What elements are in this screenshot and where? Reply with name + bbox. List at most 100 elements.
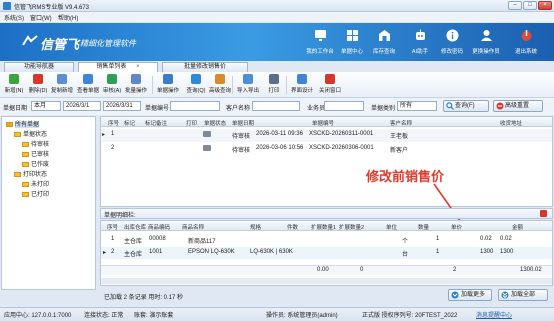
tree-node-3[interactable]: 已审核 (22, 149, 49, 158)
total-qty: 2 (453, 267, 457, 273)
load-more-label: 加载更多 (461, 292, 486, 298)
tab-close-icon[interactable]: × (136, 64, 140, 70)
tree-node-label: 已作废 (31, 162, 50, 168)
tab-function-navigator[interactable]: 功能导航器 (4, 62, 74, 72)
detail-scrollbar[interactable] (101, 278, 552, 284)
detail-row-no: 1 (111, 236, 115, 242)
detail-qty: 1 (436, 236, 440, 242)
ai-icon (415, 29, 425, 40)
toolbar-label: 审核(A) (102, 88, 122, 94)
date-range-select[interactable]: 本月 (31, 101, 61, 111)
printer-icon[interactable] (203, 145, 211, 151)
toolbar-label: 高级查询 (208, 88, 231, 94)
toolbar-label: 新增(N) (4, 88, 24, 94)
tree-node-2[interactable]: 待审核 (22, 139, 49, 148)
nav-ai-assistant[interactable]: AI助手 (402, 27, 438, 59)
printer-icon[interactable] (203, 131, 211, 137)
window-title: 信管飞RMS专业版 V9.4.673 (14, 5, 90, 11)
date-from-field[interactable]: 2026/3/1 (63, 101, 101, 111)
query-button-label: 查询(F) (455, 103, 475, 109)
detail-price: 0.02 (480, 236, 492, 242)
order-row-no: 2 (111, 145, 115, 151)
toolbar-button-3[interactable]: 查看单据 (76, 74, 100, 96)
toolbar-button-0[interactable]: 新增(N) (2, 74, 26, 96)
maximize-button[interactable]: □ (523, 1, 537, 10)
tree-node-0[interactable]: 所有单据 (6, 119, 40, 128)
menu-window[interactable]: 窗口(W) (30, 13, 52, 22)
toolbar-button-11[interactable]: 界面设计 (290, 74, 314, 96)
message-center-link[interactable]: 消息提醒中心 (476, 310, 512, 319)
toolbar-button-2[interactable]: 复制新增 (50, 74, 74, 96)
toolbar-label: 删除(D) (28, 88, 48, 94)
tree-node-6[interactable]: 未打印 (22, 179, 49, 188)
info-icon (446, 29, 458, 42)
detail-close-icon[interactable] (540, 210, 547, 217)
toolbar-button-9[interactable]: 导入导出 (236, 74, 260, 96)
category-select[interactable]: 所有 (397, 101, 437, 111)
tree-node-5[interactable]: 打印状态 (14, 169, 47, 178)
folder-icon (22, 151, 29, 157)
nav-doc-center[interactable]: 单据中心 (334, 27, 370, 59)
nav-change-password[interactable]: 修改密码 (434, 27, 470, 59)
folder-icon (22, 181, 29, 187)
date-to-field[interactable]: 2026/3/31 (103, 101, 141, 111)
reset-button-label: 高级重置 (505, 103, 530, 109)
load-all-icon (501, 291, 509, 299)
menu-bar (0, 12, 554, 22)
status-connection: 连接状态: 正常 (84, 313, 124, 319)
tab-sales-order-list[interactable]: 销售单列表 × (78, 62, 158, 72)
customer-label: 客户名称 (226, 106, 251, 112)
tree-node-7[interactable]: 已打印 (22, 189, 49, 198)
tree-node-label: 所有单据 (15, 122, 40, 128)
app-icon (3, 2, 11, 10)
toolbar-label: 界面设计 (290, 88, 313, 94)
detail-amount: 0.02 (500, 236, 512, 242)
date-label: 单据日期 (3, 106, 28, 112)
tree-node-4[interactable]: 已作废 (22, 159, 49, 168)
salesman-input[interactable] (324, 101, 364, 111)
detail-col-header: 出库仓库 (124, 225, 147, 231)
toolbar-button-1[interactable]: 删除(D) (26, 74, 50, 96)
close-button[interactable]: × (538, 1, 552, 10)
toolbar-label: 关闭窗口 (318, 88, 341, 94)
customer-input[interactable] (252, 101, 300, 111)
toolbar-separator (286, 76, 287, 94)
order-col-header: 客户名称 (390, 121, 413, 127)
detail-col-header: 单位 (386, 225, 398, 231)
doc-no-input[interactable] (170, 101, 220, 111)
detail-unit: 台 (402, 252, 409, 258)
nav-workbench[interactable]: 我的工作台 (302, 27, 338, 59)
order-row-no: 1 (111, 131, 115, 137)
detail-spec: LQ-630K | 630K (250, 249, 293, 255)
toolbar-button-7[interactable]: 查询(Q) (184, 74, 208, 96)
menu-system[interactable]: 系统(S) (4, 13, 24, 22)
menu-help[interactable]: 帮助(H) (58, 13, 78, 22)
order-col-header: 打印 (186, 121, 198, 127)
tree-node-label: 未打印 (31, 182, 50, 188)
tab-batch-edit-price[interactable]: 批量修改销售价 (162, 62, 248, 72)
nav-switch-operator[interactable]: 更换操作员 (468, 27, 504, 59)
search-icon (446, 102, 454, 110)
minimize-button[interactable]: – (508, 1, 522, 10)
toolbar-button-5[interactable]: 批量操作 (124, 74, 148, 96)
detail-item-code: 1001 (149, 249, 163, 255)
detail-qty: 1 (436, 249, 440, 255)
toolbar-button-8[interactable]: 高级查询 (208, 74, 232, 96)
nav-stock-query[interactable]: 库存查询 (366, 27, 402, 59)
toolbar-button-12[interactable]: 关闭窗口 (318, 74, 342, 96)
toolbar-button-10[interactable]: 打印 (262, 74, 286, 96)
detail-col-header: 序号 (107, 225, 119, 231)
brand-subtitle: 精细化管理软件 (80, 39, 136, 48)
nav-exit-system[interactable]: 退出系统 (508, 27, 544, 59)
detail-col-header: 规格 (250, 225, 262, 231)
toolbar-separator (152, 76, 153, 94)
delete-icon (33, 74, 43, 84)
toolbar-button-6[interactable]: 单据操作 (156, 74, 180, 96)
detail-row-no: 2 (111, 249, 115, 255)
audit-icon (107, 74, 117, 84)
order-col-header: 收货地址 (500, 121, 523, 127)
toolbar-button-4[interactable]: 审核(A) (100, 74, 124, 96)
toolbar-label: 查询(Q) (186, 88, 206, 94)
monitor-icon (314, 30, 326, 41)
tree-node-1[interactable]: 单据状态 (14, 129, 47, 138)
